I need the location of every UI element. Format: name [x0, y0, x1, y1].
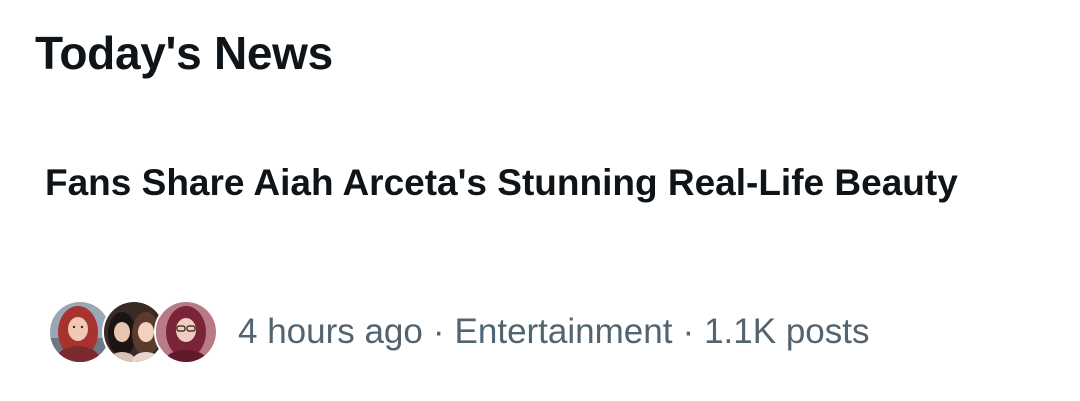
separator-dot: ·	[432, 312, 445, 351]
news-headline[interactable]: Fans Share Aiah Arceta's Stunning Real-L…	[45, 156, 1005, 210]
timestamp: 4 hours ago	[238, 312, 423, 351]
avatar	[154, 300, 218, 364]
avatar-photo-icon	[50, 302, 110, 362]
news-item[interactable]: Fans Share Aiah Arceta's Stunning Real-L…	[0, 140, 1080, 380]
avatar-photo-icon	[156, 302, 216, 362]
category-label: Entertainment	[454, 312, 673, 351]
separator-dot: ·	[682, 312, 695, 351]
avatar-stack	[48, 300, 218, 364]
news-meta-row: 4 hours ago · Entertainment · 1.1K posts	[48, 300, 869, 364]
news-meta-text: 4 hours ago · Entertainment · 1.1K posts	[238, 312, 869, 352]
post-count: 1.1K posts	[704, 312, 870, 351]
section-title: Today's News	[35, 27, 333, 79]
